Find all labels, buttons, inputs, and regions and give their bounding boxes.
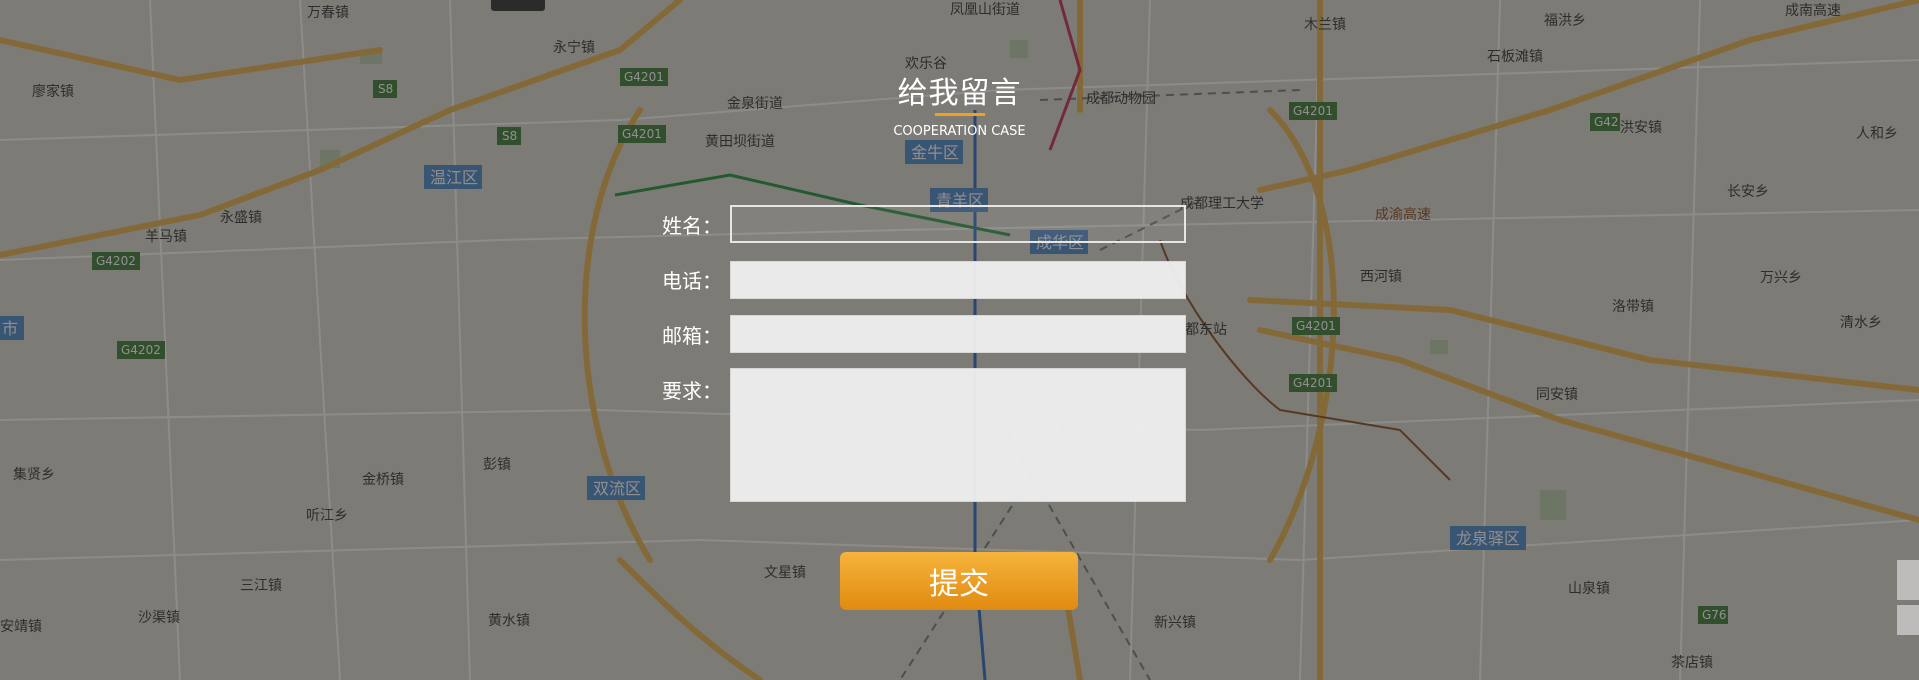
page-subtitle: COOPERATION CASE (893, 124, 1026, 139)
request-label: 要求： (662, 379, 722, 403)
email-label: 邮箱： (662, 324, 722, 348)
submit-button[interactable]: 提交 (840, 552, 1078, 610)
map-zoom-in-button[interactable] (1897, 560, 1919, 600)
phone-label: 电话： (662, 269, 722, 293)
email-input[interactable] (730, 315, 1186, 353)
name-input[interactable] (730, 205, 1186, 243)
title-underline (935, 113, 985, 116)
name-label: 姓名： (662, 214, 722, 238)
top-tab-handle[interactable] (491, 0, 545, 11)
map-zoom-out-button[interactable] (1897, 605, 1919, 635)
phone-input[interactable] (730, 261, 1186, 299)
page-title: 给我留言 (897, 76, 1022, 111)
request-textarea[interactable] (730, 368, 1186, 502)
